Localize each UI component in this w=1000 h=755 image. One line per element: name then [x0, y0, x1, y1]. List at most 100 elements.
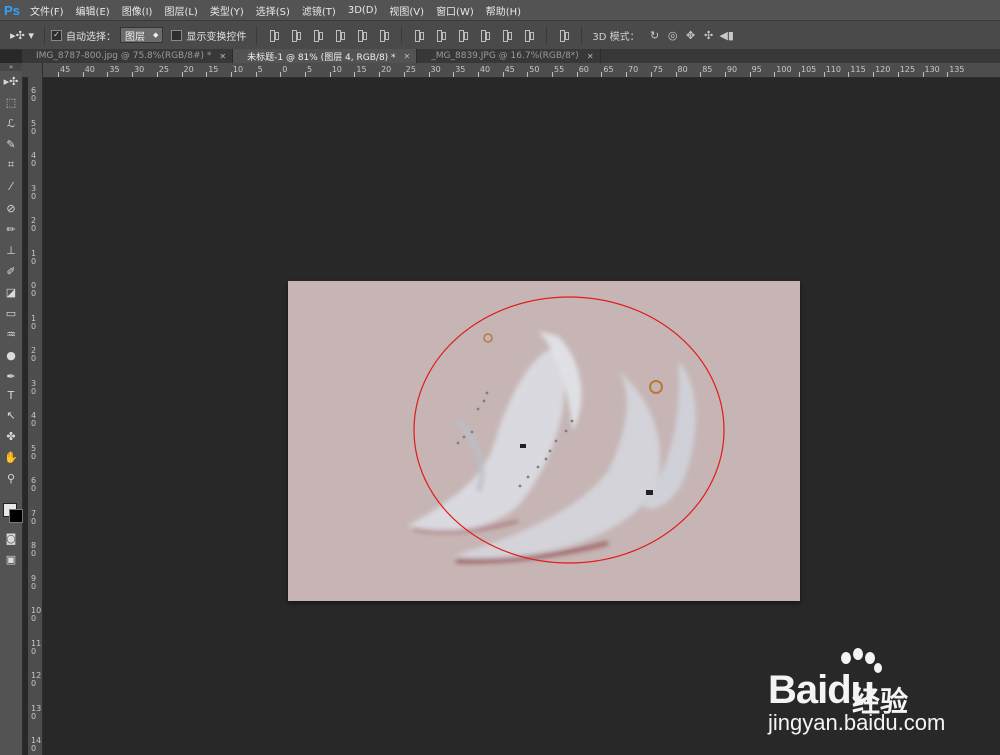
align-vcenter-icon[interactable] [290, 29, 302, 42]
show-transform-checkbox[interactable] [171, 29, 183, 41]
menu-view[interactable]: 视图(V) [389, 3, 424, 18]
ruler-tick-label: 35 [455, 65, 466, 74]
ruler-tick-label: 50 [529, 65, 540, 74]
gradient-tool-icon[interactable]: ▭ [3, 305, 19, 321]
ruler-tick [206, 72, 208, 77]
auto-select-checkbox[interactable]: ✓ [51, 29, 62, 41]
zoom-tool-icon[interactable]: ⚲ [3, 470, 19, 486]
align-left-icon[interactable] [334, 29, 346, 42]
distribute-left-icon[interactable] [479, 29, 491, 42]
brush-tool-icon[interactable]: ✏ [3, 221, 19, 237]
clone-stamp-tool-icon[interactable]: ⊥ [3, 242, 19, 258]
distribute-buttons [408, 29, 540, 42]
tab-img-8787[interactable]: IMG_8787-800.jpg @ 75.8%(RGB/8#) * ✕ [22, 49, 234, 63]
move-tool-icon[interactable]: ▸✣ [3, 73, 19, 89]
ruler-tick-label: 10 [232, 65, 244, 74]
ruler-tick [848, 72, 850, 77]
crop-tool-icon[interactable]: ⌗ [3, 157, 19, 173]
distribute-bottom-icon[interactable] [457, 29, 469, 42]
menu-3d[interactable]: 3D(D) [348, 5, 378, 16]
screen-mode-icon[interactable]: ▣ [3, 551, 19, 567]
hand-tool-icon[interactable]: ✋ [3, 449, 19, 465]
horizontal-ruler[interactable]: 45 40 35 30 25 20 15 10 5 0 5 10 15 20 25 30 35 40 45 50 55 6… [22, 63, 1000, 78]
ruler-tick-label: 12 0 [31, 671, 42, 688]
ruler-tick-label: 95 [751, 65, 762, 74]
distribute-hcenter-icon[interactable] [501, 29, 513, 42]
distribute-vcenter-icon[interactable] [435, 29, 447, 42]
close-icon[interactable]: ✕ [219, 52, 226, 61]
ruler-tick-label: 90 [726, 65, 738, 74]
distribute-right-icon[interactable] [523, 29, 535, 42]
vertical-ruler[interactable]: 6 0 5 0 4 0 3 0 2 0 1 0 0 0 1 0 2 0 3 0 4 0 5 0 6 0 7… [28, 77, 43, 755]
close-icon[interactable]: ✕ [404, 52, 411, 61]
panel-collapse-icon[interactable]: » [0, 63, 22, 71]
menu-file[interactable]: 文件(F) [30, 3, 64, 18]
close-icon[interactable]: ✕ [587, 52, 594, 61]
ruler-tick-label: 85 [702, 65, 713, 74]
ruler-tick-label: 25 [405, 65, 416, 74]
auto-select-target-dropdown[interactable]: 图层 ◆ [120, 27, 164, 43]
tab-label: IMG_8787-800.jpg @ 75.8%(RGB/8#) * [36, 51, 212, 61]
path-select-tool-icon[interactable]: ↖ [3, 407, 19, 423]
auto-align-icon[interactable] [558, 29, 570, 42]
tab-mg-8839[interactable]: _MG_8839.JPG @ 16.7%(RGB/8*) ✕ [417, 49, 601, 63]
3d-scale-icon[interactable]: ◀▮ [719, 28, 734, 42]
marquee-tool-icon[interactable]: ⬚ [3, 94, 19, 110]
move-tool-preset-icon[interactable]: ▸✣ ▾ [6, 25, 38, 45]
shape-tool-icon[interactable]: ✤ [3, 428, 19, 444]
ruler-tick [749, 72, 751, 77]
tab-label: _MG_8839.JPG @ 16.7%(RGB/8*) [431, 51, 579, 61]
ruler-tick-label: 4 0 [31, 411, 37, 428]
divider [581, 26, 583, 44]
ruler-tick-label: 5 [307, 65, 313, 74]
type-tool-icon[interactable]: T [3, 387, 19, 403]
ruler-tick [724, 72, 726, 77]
ruler-tick [873, 72, 875, 77]
align-right-icon[interactable] [378, 29, 390, 42]
3d-pan-icon[interactable]: ✥ [684, 28, 698, 42]
ruler-tick-label: 25 [158, 65, 169, 74]
blur-tool-icon[interactable]: ♒ [3, 326, 19, 342]
lasso-tool-icon[interactable]: ℒ [3, 115, 19, 131]
menu-help[interactable]: 帮助(H) [486, 3, 521, 18]
menu-select[interactable]: 选择(S) [256, 3, 290, 18]
history-brush-tool-icon[interactable]: ✐ [3, 263, 19, 279]
align-bottom-icon[interactable] [312, 29, 324, 42]
ruler-tick [230, 72, 232, 77]
menu-window[interactable]: 窗口(W) [436, 3, 474, 18]
ruler-tick-label: 9 0 [31, 573, 37, 591]
ruler-tick [156, 72, 158, 77]
eyedropper-tool-icon[interactable]: ⁄ [3, 178, 19, 194]
quick-mask-icon[interactable]: ◙ [3, 530, 19, 546]
3d-rotate-icon[interactable]: ↻ [648, 28, 662, 42]
ruler-tick [354, 72, 356, 77]
align-hcenter-icon[interactable] [356, 29, 368, 42]
eraser-tool-icon[interactable]: ◪ [3, 284, 19, 300]
healing-brush-tool-icon[interactable]: ⊘ [3, 200, 19, 216]
menu-edit[interactable]: 编辑(E) [76, 3, 110, 18]
ruler-tick [650, 72, 652, 77]
menu-layer[interactable]: 图层(L) [164, 3, 197, 18]
align-top-icon[interactable] [268, 29, 280, 42]
ruler-tick [527, 72, 529, 77]
distribute-top-icon[interactable] [413, 29, 425, 42]
3d-roll-icon[interactable]: ◎ [666, 28, 680, 42]
menu-filter[interactable]: 滤镜(T) [302, 3, 336, 18]
document-canvas[interactable] [288, 281, 800, 601]
ruler-tick [922, 72, 924, 77]
menu-bar: Ps 文件(F) 编辑(E) 图像(I) 图层(L) 类型(Y) 选择(S) 滤… [0, 0, 1000, 20]
menu-image[interactable]: 图像(I) [122, 3, 153, 18]
ruler-tick [799, 72, 800, 77]
dodge-tool-icon[interactable]: ● [3, 347, 19, 363]
tab-label: 未标题-1 @ 81% (图层 4, RGB/8) * [247, 52, 396, 63]
show-transform-label: 显示变换控件 [186, 31, 247, 43]
divider [546, 26, 548, 44]
ruler-tick [132, 72, 134, 77]
pen-tool-icon[interactable]: ✒ [3, 368, 19, 384]
quick-select-tool-icon[interactable]: ✎ [3, 136, 19, 152]
ruler-corner [22, 63, 43, 77]
menu-type[interactable]: 类型(Y) [210, 3, 244, 18]
tab-untitled-1[interactable]: 未标题-1 @ 81% (图层 4, RGB/8) * ✕ [233, 49, 418, 63]
3d-slide-icon[interactable]: ✣ [702, 28, 716, 42]
background-color-swatch[interactable] [9, 509, 23, 523]
